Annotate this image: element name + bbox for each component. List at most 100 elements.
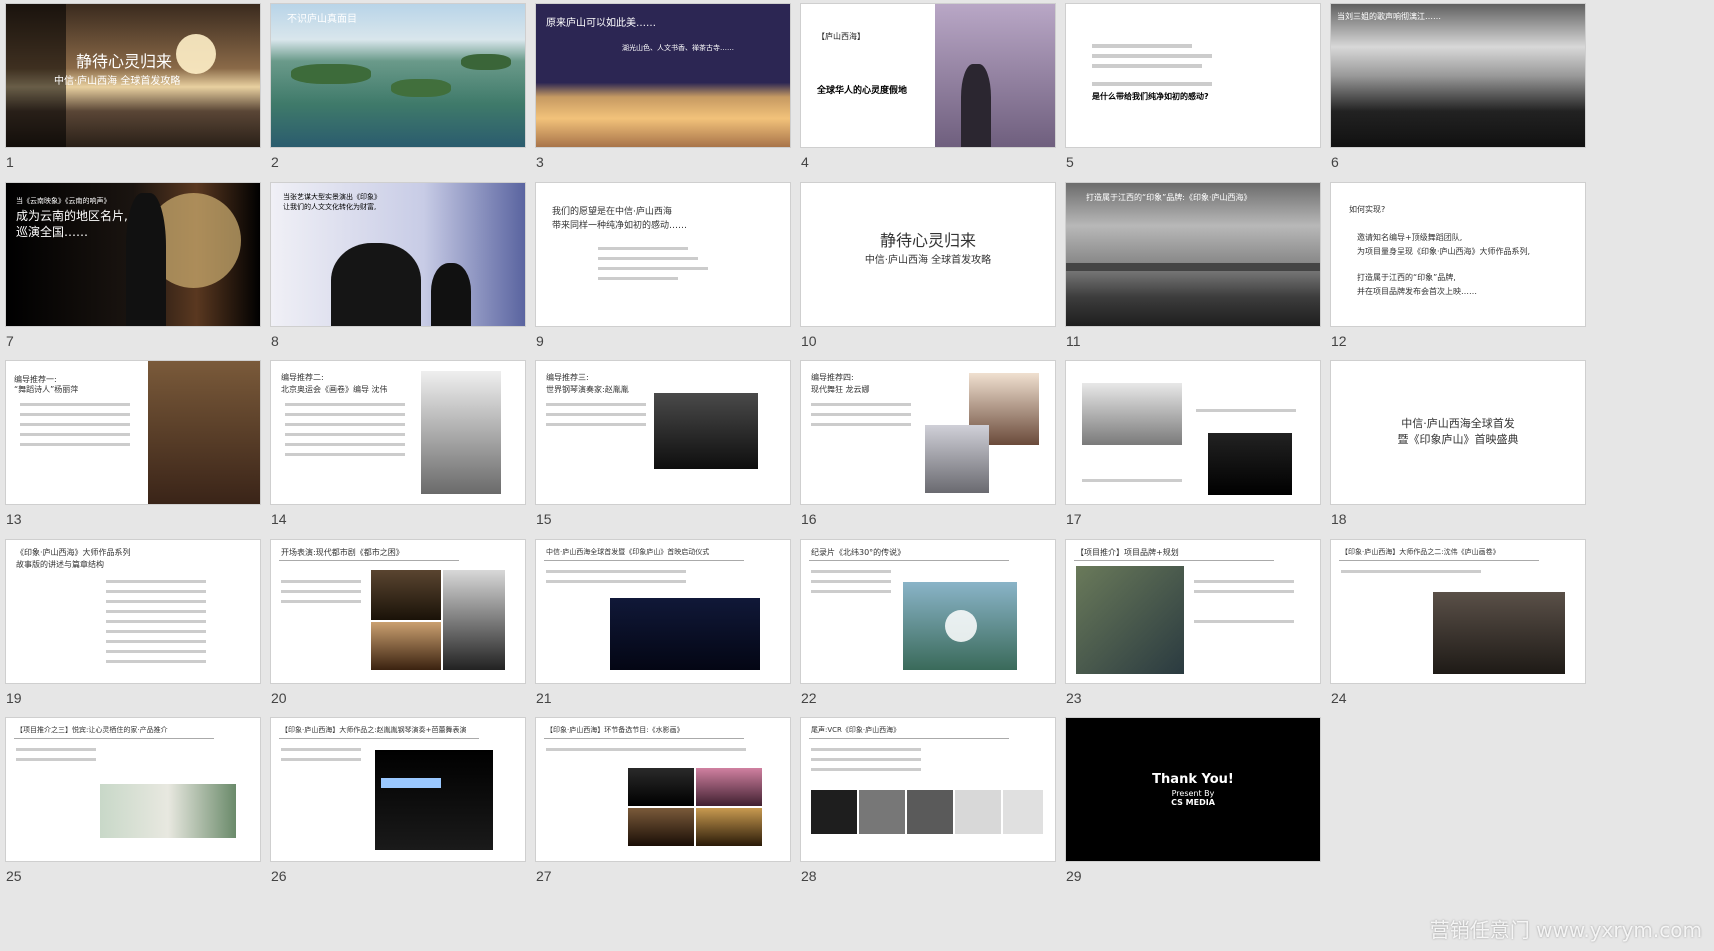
slide-preview[interactable]: 编导推荐二: 北京奥运会《画卷》编导 沈伟	[271, 361, 525, 504]
slide-preview[interactable]: 中信·庐山西海全球首发 暨《印象庐山》首映盛典	[1331, 361, 1585, 504]
slide-preview[interactable]: 【印象·庐山西海】大师作品之二:沈伟《庐山画卷》	[1331, 540, 1585, 683]
slide-image-placeholder	[391, 79, 451, 97]
slide-preview[interactable]: 静待心灵归来 中信·庐山西海 全球首发攻略	[801, 183, 1055, 326]
slide-preview[interactable]: 编导推荐四: 现代舞狂 龙云娜	[801, 361, 1055, 504]
slide-preview[interactable]: 是什么带给我们纯净如初的感动?	[1066, 4, 1320, 147]
slide-thumbnail-17[interactable]: 17	[1066, 361, 1320, 551]
slide-image-placeholder	[1194, 580, 1294, 583]
slide-preview[interactable]	[1066, 361, 1320, 504]
slide-preview[interactable]: 如何实现? 邀请知名编导+顶级舞蹈团队, 为项目量身呈现《印象·庐山西海》大师作品系…	[1331, 183, 1585, 326]
slide-preview[interactable]: 打造属于江西的“印象”品牌:《印象·庐山西海》	[1066, 183, 1320, 326]
slide-thumbnail-7[interactable]: 当《云南映象》《云南的响声》 成为云南的地区名片, 巡演全国…… 7	[6, 183, 260, 373]
slide-image-placeholder	[811, 570, 891, 573]
slide-image-placeholder	[1341, 570, 1481, 573]
slide-preview[interactable]: 编导推荐一: “舞蹈诗人”杨丽萍	[6, 361, 260, 504]
slide-thumbnail-29[interactable]: Thank You! Present By CS MEDIA 29	[1066, 718, 1320, 908]
slide-image-placeholder	[811, 590, 891, 593]
slide-image-placeholder	[1066, 263, 1320, 271]
slide-thumbnail-16[interactable]: 编导推荐四: 现代舞狂 龙云娜 16	[801, 361, 1055, 551]
slide-text: 巡演全国……	[16, 225, 89, 239]
slide-thumbnail-1[interactable]: 静待心灵归来 中信·庐山西海 全球首发攻略 1	[6, 4, 260, 194]
slide-preview[interactable]: 当张艺谋大型实景演出《印象》 让我们的人文文化转化为财富,	[271, 183, 525, 326]
slide-image-placeholder	[281, 600, 361, 603]
slide-thumbnail-15[interactable]: 编导推荐三: 世界钢琴演奏家:赵胤胤 15	[536, 361, 790, 551]
slide-text: 当《云南映象》《云南的响声》	[16, 197, 111, 205]
slide-thumbnail-24[interactable]: 【印象·庐山西海】大师作品之二:沈伟《庐山画卷》 24	[1331, 540, 1585, 730]
slide-thumbnail-11[interactable]: 打造属于江西的“印象”品牌:《印象·庐山西海》 11	[1066, 183, 1320, 373]
slide-thumbnail-21[interactable]: 中信·庐山西海全球首发暨《印象庐山》首映启动仪式 21	[536, 540, 790, 730]
slide-thumbnail-10[interactable]: 静待心灵归来 中信·庐山西海 全球首发攻略 10	[801, 183, 1055, 373]
slide-preview[interactable]: 当《云南映象》《云南的响声》 成为云南的地区名片, 巡演全国……	[6, 183, 260, 326]
slide-text: 【项目推介】项目品牌+规划	[1076, 548, 1179, 557]
slide-image-placeholder	[811, 768, 921, 771]
slide-preview[interactable]: 【项目推介】项目品牌+规划	[1066, 540, 1320, 683]
slide-image-placeholder	[1208, 433, 1292, 495]
slide-preview[interactable]: Thank You! Present By CS MEDIA	[1066, 718, 1320, 861]
slide-text: 我们的愿望是在中信·庐山西海	[552, 207, 672, 217]
slide-preview[interactable]: 编导推荐三: 世界钢琴演奏家:赵胤胤	[536, 361, 790, 504]
slide-thumbnail-4[interactable]: 【庐山西海】 全球华人的心灵度假地 4	[801, 4, 1055, 194]
slide-thumbnail-9[interactable]: 我们的愿望是在中信·庐山西海 带来同样一种纯净如初的感动…… 9	[536, 183, 790, 373]
slide-thumbnail-18[interactable]: 中信·庐山西海全球首发 暨《印象庐山》首映盛典 18	[1331, 361, 1585, 551]
slide-text: 当刘三姐的歌声响彻漓江……	[1337, 12, 1441, 21]
slide-image-placeholder	[955, 790, 1001, 834]
slide-preview[interactable]: 【项目推介之三】悦宾:让心灵栖住的家·产品推介	[6, 718, 260, 861]
slide-preview[interactable]: 【庐山西海】 全球华人的心灵度假地	[801, 4, 1055, 147]
slide-preview[interactable]: 尾声:VCR《印象·庐山西海》	[801, 718, 1055, 861]
slide-image-placeholder	[546, 403, 646, 406]
slide-preview[interactable]: 当刘三姐的歌声响彻漓江……	[1331, 4, 1585, 147]
slide-image-placeholder	[421, 371, 501, 494]
slide-preview[interactable]: 开场表演:现代都市剧《都市之困》	[271, 540, 525, 683]
slide-thumbnail-22[interactable]: 纪录片《北纬30°的传说》 22	[801, 540, 1055, 730]
slide-preview[interactable]: 中信·庐山西海全球首发暨《印象庐山》首映启动仪式	[536, 540, 790, 683]
slide-image-placeholder	[375, 750, 493, 850]
slide-number: 21	[536, 690, 552, 706]
slide-image-placeholder	[1196, 409, 1296, 412]
slide-image-placeholder	[935, 4, 1055, 147]
slide-number: 29	[1066, 868, 1082, 884]
slide-text: 【印象·庐山西海】大师作品之:赵胤胤钢琴演奏+芭蕾舞表演	[281, 726, 467, 734]
slide-image-placeholder	[598, 257, 698, 260]
slide-image-placeholder	[907, 790, 953, 834]
slide-thumbnail-25[interactable]: 【项目推介之三】悦宾:让心灵栖住的家·产品推介 25	[6, 718, 260, 908]
slide-preview[interactable]: 不识庐山真面目	[271, 4, 525, 147]
slide-thumbnail-14[interactable]: 编导推荐二: 北京奥运会《画卷》编导 沈伟 14	[271, 361, 525, 551]
slide-thumbnail-26[interactable]: 【印象·庐山西海】大师作品之:赵胤胤钢琴演奏+芭蕾舞表演 26	[271, 718, 525, 908]
slide-thumbnail-5[interactable]: 是什么带给我们纯净如初的感动? 5	[1066, 4, 1320, 194]
slide-thumbnail-20[interactable]: 开场表演:现代都市剧《都市之困》 20	[271, 540, 525, 730]
slide-preview[interactable]: 《印象·庐山西海》大师作品系列 故事版的讲述与篇章结构	[6, 540, 260, 683]
slide-thumbnail-27[interactable]: 【印象·庐山西海】环节备选节目:《水影画》 27	[536, 718, 790, 908]
slide-thumbnail-23[interactable]: 【项目推介】项目品牌+规划 23	[1066, 540, 1320, 730]
slide-image-placeholder	[811, 748, 921, 751]
slide-text: 邀请知名编导+顶级舞蹈团队,	[1357, 233, 1463, 242]
slide-number: 23	[1066, 690, 1082, 706]
slide-number: 4	[801, 154, 809, 170]
slide-image-placeholder	[291, 64, 371, 84]
slide-number: 5	[1066, 154, 1074, 170]
slide-number: 8	[271, 333, 279, 349]
slide-number: 10	[801, 333, 817, 349]
slide-thumbnail-19[interactable]: 《印象·庐山西海》大师作品系列 故事版的讲述与篇章结构 19	[6, 540, 260, 730]
slide-preview[interactable]: 原来庐山可以如此美…… 湖光山色、人文书香、禅茶古寺……	[536, 4, 790, 147]
slide-text: 不识庐山真面目	[287, 14, 357, 25]
slide-thumbnail-3[interactable]: 原来庐山可以如此美…… 湖光山色、人文书香、禅茶古寺…… 3	[536, 4, 790, 194]
slide-image-placeholder	[106, 660, 206, 663]
slide-preview[interactable]: 【印象·庐山西海】环节备选节目:《水影画》	[536, 718, 790, 861]
slide-thumbnail-12[interactable]: 如何实现? 邀请知名编导+顶级舞蹈团队, 为项目量身呈现《印象·庐山西海》大师作品系…	[1331, 183, 1585, 373]
slide-thumbnail-13[interactable]: 编导推荐一: “舞蹈诗人”杨丽萍 13	[6, 361, 260, 551]
slide-thumbnail-8[interactable]: 当张艺谋大型实景演出《印象》 让我们的人文文化转化为财富, 8	[271, 183, 525, 373]
slide-thumbnail-6[interactable]: 当刘三姐的歌声响彻漓江…… 6	[1331, 4, 1585, 194]
slide-text: 暨《印象庐山》首映盛典	[1397, 433, 1519, 446]
slide-image-placeholder	[106, 650, 206, 653]
slide-preview[interactable]: 纪录片《北纬30°的传说》	[801, 540, 1055, 683]
slide-number: 18	[1331, 511, 1347, 527]
slide-thumbnail-28[interactable]: 尾声:VCR《印象·庐山西海》 28	[801, 718, 1055, 908]
slide-text: 打造属于江西的“印象”品牌:《印象·庐山西海》	[1086, 193, 1252, 202]
slide-thumbnail-2[interactable]: 不识庐山真面目 2	[271, 4, 525, 194]
slide-preview[interactable]: 静待心灵归来 中信·庐山西海 全球首发攻略	[6, 4, 260, 147]
slide-text: 中信·庐山西海 全球首发攻略	[864, 255, 992, 266]
slide-preview[interactable]: 【印象·庐山西海】大师作品之:赵胤胤钢琴演奏+芭蕾舞表演	[271, 718, 525, 861]
slide-text: 当张艺谋大型实景演出《印象》	[283, 193, 381, 201]
slide-image-placeholder	[859, 790, 905, 834]
slide-preview[interactable]: 我们的愿望是在中信·庐山西海 带来同样一种纯净如初的感动……	[536, 183, 790, 326]
